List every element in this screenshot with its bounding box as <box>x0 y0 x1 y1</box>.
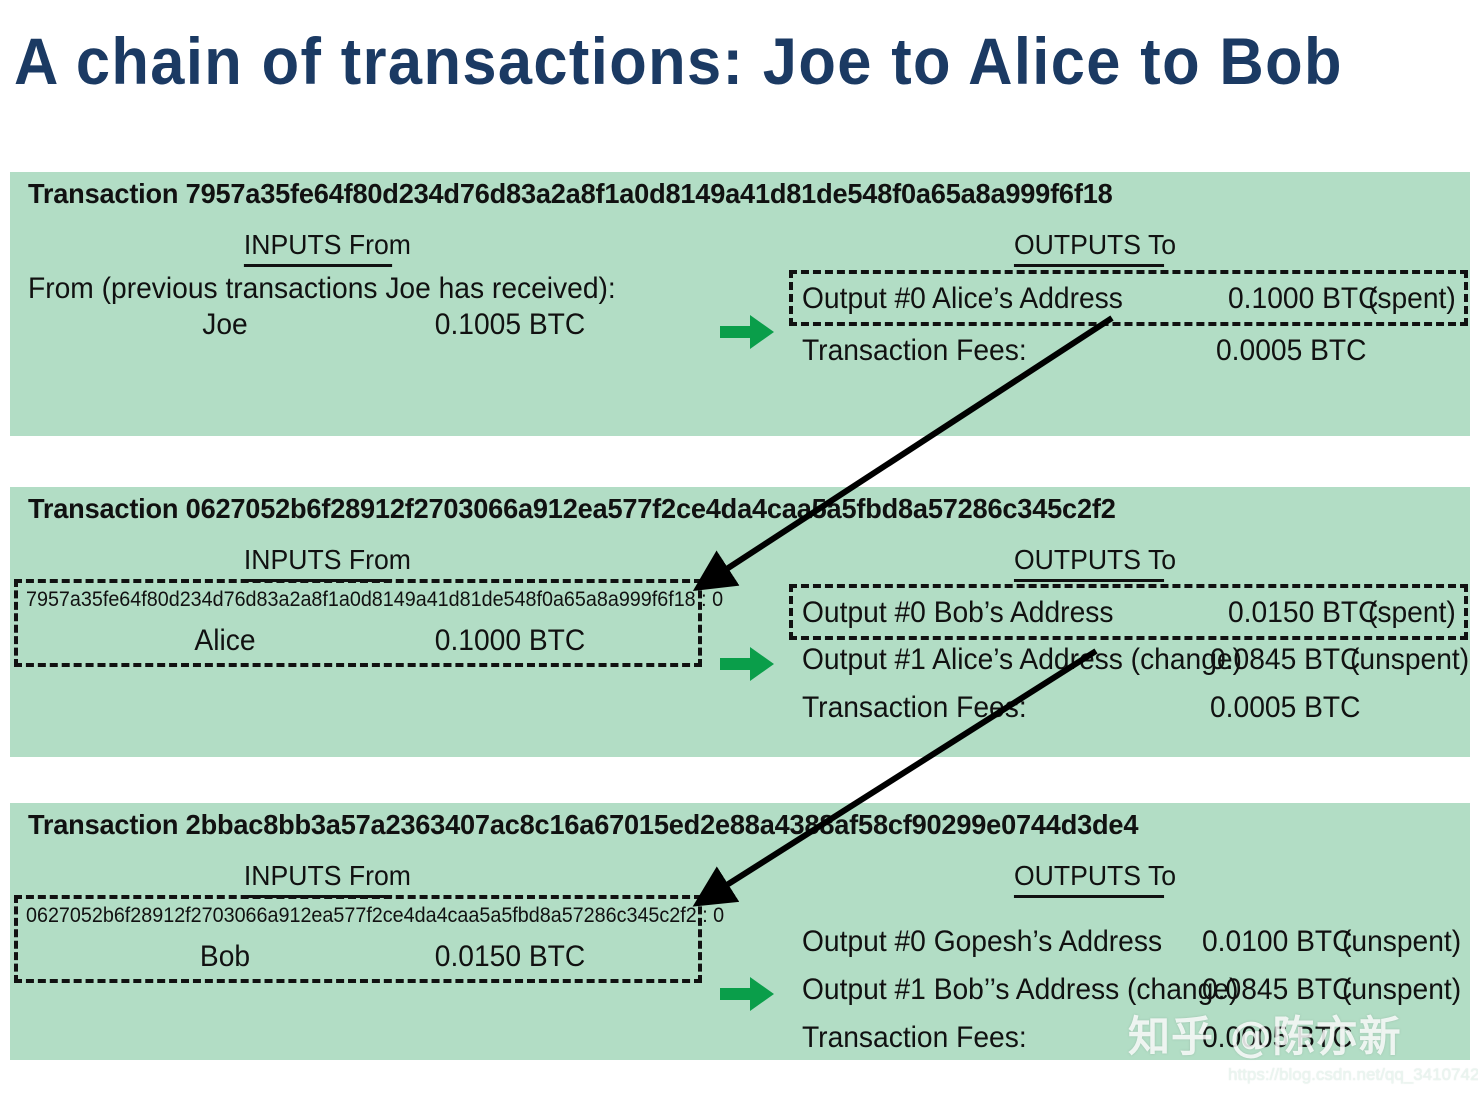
fees-amount: 0.0005 BTC <box>1216 334 1367 367</box>
output-0-label: Output #0 Gopesh’s Address <box>802 925 1163 958</box>
output-1-amount: 0.0845 BTC <box>1202 973 1353 1006</box>
inputs-column-header: INPUTS From <box>243 860 411 898</box>
outputs-column-header: OUTPUTS To <box>1013 544 1176 582</box>
fees-label: Transaction Fees: <box>802 1021 1027 1054</box>
fees-label: Transaction Fees: <box>802 691 1027 724</box>
output-0-label: Output #0 Alice’s Address <box>802 282 1123 315</box>
inputs-column-header: INPUTS From <box>243 229 411 267</box>
output-0-status: (spent) <box>1368 282 1456 315</box>
output-1-label: Output #1 Bob’’s Address (change) <box>802 973 1239 1006</box>
input-note: From (previous transactions Joe has rece… <box>28 272 616 305</box>
input-owner: Bob <box>199 940 251 973</box>
green-arrow-icon <box>720 977 774 1011</box>
input-owner: Joe <box>202 308 248 341</box>
output-1-status: (unspent) <box>1350 643 1470 676</box>
output-1-amount: 0.0845 BTC <box>1210 643 1361 676</box>
transaction-panel-1: Transaction 7957a35fe64f80d234d76d83a2a8… <box>10 172 1470 436</box>
transaction-panel-2: Transaction 0627052b6f28912f2703066a912e… <box>10 487 1470 757</box>
input-amount: 0.1000 BTC <box>434 624 586 657</box>
output-0-amount: 0.0150 BTC <box>1228 596 1379 629</box>
output-0-label: Output #0 Bob’s Address <box>802 596 1114 629</box>
transaction-heading: Transaction 0627052b6f28912f2703066a912e… <box>28 493 1116 524</box>
output-0-amount: 0.0100 BTC <box>1202 925 1353 958</box>
source-url-watermark: https://blog.csdn.net/qq_34107425 <box>1228 1065 1478 1084</box>
output-0-status: (unspent) <box>1342 925 1462 958</box>
green-arrow-icon <box>720 647 774 681</box>
input-reference: 0627052b6f28912f2703066a912ea577f2ce4da4… <box>26 904 725 927</box>
output-0-status: (spent) <box>1368 596 1456 629</box>
fees-label: Transaction Fees: <box>802 334 1027 367</box>
transaction-heading: Transaction 7957a35fe64f80d234d76d83a2a8… <box>28 178 1113 209</box>
input-reference: 7957a35fe64f80d234d76d83a2a8f1a0d8149a41… <box>26 588 724 611</box>
green-arrow-icon <box>720 315 774 349</box>
transaction-heading: Transaction 2bbac8bb3a57a2363407ac8c16a6… <box>28 809 1139 840</box>
input-amount: 0.1005 BTC <box>434 308 586 341</box>
output-1-label: Output #1 Alice’s Address (change) <box>802 643 1242 676</box>
outputs-column-header: OUTPUTS To <box>1013 860 1176 898</box>
output-1-status: (unspent) <box>1342 973 1462 1006</box>
inputs-column-header: INPUTS From <box>243 544 411 582</box>
page-title: A chain of transactions: Joe to Alice to… <box>14 24 1343 98</box>
input-owner: Alice <box>194 624 256 657</box>
output-0-amount: 0.1000 BTC <box>1228 282 1379 315</box>
fees-amount: 0.0005 BTC <box>1210 691 1361 724</box>
slide-root: A chain of transactions: Joe to Alice to… <box>0 0 1478 1093</box>
zhihu-watermark: 知乎 @陈亦新 <box>1128 1012 1402 1061</box>
outputs-column-header: OUTPUTS To <box>1013 229 1176 267</box>
input-amount: 0.0150 BTC <box>434 940 586 973</box>
